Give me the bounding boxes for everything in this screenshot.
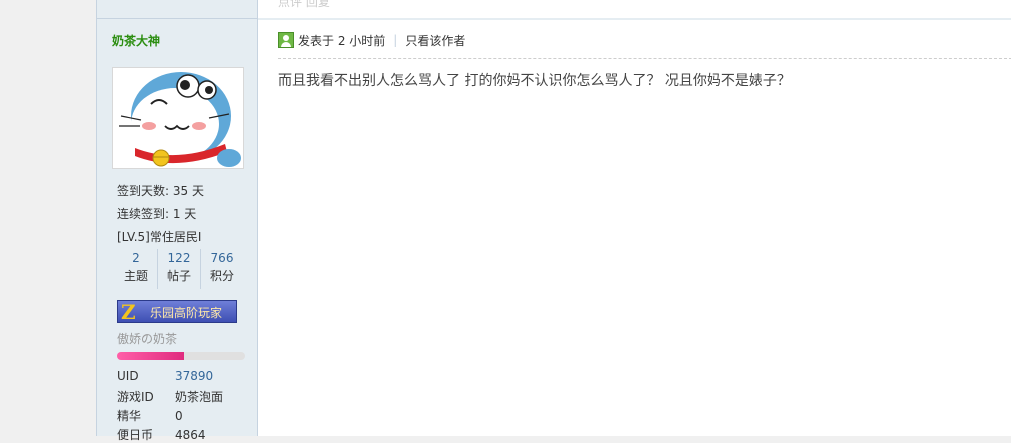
post-meta: 发表于 2 小时前 | 只看该作者 — [278, 31, 465, 49]
sign-days: 签到天数: 35 天 — [117, 184, 204, 198]
count-topics[interactable]: 2 主题 — [115, 249, 157, 289]
meta-separator: | — [393, 33, 398, 47]
previous-post-actions: 点评 回复 — [258, 0, 1011, 20]
post-content: 而且我看不出别人怎么骂人了 打的你妈不认识你怎么骂人了？ 况且你妈不是婊子？ — [278, 73, 791, 89]
badge-label: 乐园高阶玩家 — [150, 306, 223, 320]
badge-z-icon: Z — [121, 300, 136, 324]
doraemon-avatar-icon — [119, 72, 241, 167]
level-progress-bar — [117, 352, 245, 360]
post-container: 奶茶大神 签到天数: 35 天 连续签到: 1 天 [LV.5]常住居民I 2 … — [96, 0, 1011, 442]
medal-badge[interactable]: Z 乐园高阶玩家 — [117, 300, 237, 324]
author-counts: 2 主题 122 帖子 766 积分 — [115, 249, 243, 289]
level-progress-fill — [117, 352, 184, 360]
only-author-link[interactable]: 只看该作者 — [405, 32, 465, 49]
user-level[interactable]: [LV.5]常住居民I — [117, 228, 201, 245]
info-digest: 精华 0 — [117, 409, 183, 423]
previous-actions-text[interactable]: 点评 回复 — [278, 0, 330, 10]
post-main: 点评 回复 发表于 2 小时前 | 只看该作者 而且我看不出别人怎么骂人了 打的… — [258, 0, 1011, 436]
streak-days: 连续签到: 1 天 — [117, 207, 197, 221]
sidebar-top-divider — [97, 0, 257, 19]
meta-divider — [278, 58, 1011, 59]
count-posts[interactable]: 122 帖子 — [157, 249, 200, 289]
info-uid: UID 37890 — [117, 369, 214, 383]
count-credits[interactable]: 766 积分 — [200, 249, 243, 289]
author-sidebar: 奶茶大神 签到天数: 35 天 连续签到: 1 天 [LV.5]常住居民I 2 … — [97, 0, 258, 442]
online-user-icon — [278, 32, 294, 48]
info-currency: 便日币 4864 — [117, 428, 206, 442]
info-game-id: 游戏ID 奶茶泡面 — [117, 390, 224, 404]
posted-time: 发表于 2 小时前 — [298, 33, 386, 48]
user-group: 傲娇の奶茶 — [117, 332, 178, 346]
author-name-link[interactable]: 奶茶大神 — [112, 32, 160, 49]
author-avatar[interactable] — [112, 67, 244, 169]
